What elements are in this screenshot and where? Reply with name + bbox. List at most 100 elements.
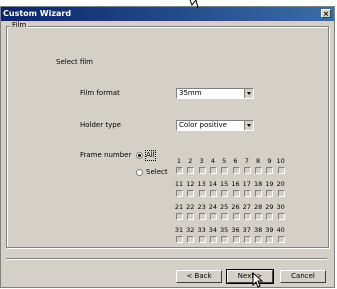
frame-checkbox[interactable] — [255, 213, 263, 220]
holder-type-label: Holder type — [80, 121, 121, 129]
frame-checkbox[interactable] — [232, 213, 240, 220]
frame-checkbox[interactable] — [277, 213, 285, 220]
frame-checkbox[interactable] — [277, 190, 285, 197]
chevron-down-icon[interactable] — [244, 121, 253, 130]
frame-checkbox[interactable] — [255, 190, 263, 197]
frame-number-label: 34 — [208, 226, 218, 234]
frame-number-label: 21 — [174, 203, 184, 211]
frame-checkbox[interactable] — [198, 236, 206, 243]
frame-checkbox[interactable] — [187, 213, 195, 220]
frame-checkbox[interactable] — [176, 190, 183, 197]
frame-checkbox[interactable] — [209, 190, 217, 197]
frame-number-label: 6 — [233, 157, 238, 165]
chevron-down-icon[interactable] — [244, 89, 253, 98]
frame-checkbox[interactable] — [176, 165, 183, 174]
frame-checkbox[interactable] — [266, 167, 274, 174]
frame-checkbox[interactable] — [221, 213, 229, 220]
frame-checkbox[interactable] — [255, 167, 263, 174]
frame-number-label: 10 — [276, 157, 285, 165]
frame-checkbox[interactable] — [187, 167, 195, 174]
frame-number-label: 27 — [242, 203, 251, 211]
frame-number-label: 26 — [231, 203, 240, 211]
frame-number-label: 8 — [256, 157, 261, 165]
frame-number-label: 9 — [267, 157, 272, 165]
frame-number-label: 19 — [265, 180, 274, 188]
frame-select-radio[interactable] — [136, 169, 143, 176]
frame-checkbox[interactable] — [243, 190, 251, 197]
film-format-select[interactable]: 35mm — [176, 88, 254, 99]
frame-checkbox[interactable] — [198, 190, 206, 197]
frame-checkbox[interactable] — [232, 167, 240, 174]
frame-checkbox[interactable] — [187, 190, 195, 197]
frame-checkbox[interactable] — [255, 236, 263, 243]
frame-number-label: 23 — [197, 203, 206, 211]
frame-checkbox[interactable] — [266, 190, 274, 197]
holder-type-value: Color positive — [179, 121, 227, 129]
frame-checkbox[interactable] — [176, 236, 183, 243]
frame-number-label: 29 — [265, 203, 274, 211]
cancel-button[interactable]: Cancel — [280, 270, 326, 283]
frame-number-label: 11 — [174, 180, 184, 188]
film-format-label: Film format — [80, 89, 120, 97]
frame-number-label: 36 — [231, 226, 240, 234]
film-group-label: Film — [10, 21, 29, 30]
frame-checkbox[interactable] — [221, 167, 229, 174]
frame-number-label: 14 — [208, 180, 218, 188]
frame-number-label: 39 — [265, 226, 274, 234]
frame-checkbox[interactable] — [243, 236, 251, 243]
mouse-cursor-icon — [189, 0, 199, 9]
frame-number-label: 17 — [242, 180, 251, 188]
back-button[interactable]: < Back — [176, 270, 222, 283]
select-film-heading: Select film — [56, 58, 93, 66]
frame-checkbox[interactable] — [209, 167, 217, 174]
frame-checkbox[interactable] — [176, 213, 183, 220]
frame-number-label: 24 — [208, 203, 218, 211]
frame-number-label: 1 — [176, 157, 182, 165]
window-title: Custom Wizard — [3, 9, 72, 18]
frame-number-label: 16 — [231, 180, 240, 188]
frame-all-radio[interactable] — [136, 152, 143, 159]
frame-checkbox[interactable] — [243, 167, 251, 174]
frame-checkbox[interactable] — [209, 213, 217, 220]
frame-number-label: 32 — [186, 226, 195, 234]
frame-number-label: 15 — [220, 180, 229, 188]
close-button[interactable]: × — [321, 9, 331, 18]
frame-number-label: 30 — [276, 203, 285, 211]
film-format-value: 35mm — [179, 89, 202, 97]
frame-number-label: 40 — [276, 226, 285, 234]
frame-checkbox[interactable] — [187, 236, 195, 243]
frame-checkbox[interactable] — [198, 213, 206, 220]
frame-checkbox[interactable] — [232, 190, 240, 197]
frame-checkbox[interactable] — [266, 213, 274, 220]
frame-number-label: 22 — [186, 203, 195, 211]
frame-checkbox[interactable] — [243, 213, 251, 220]
frame-number-label: 3 — [199, 157, 204, 165]
frame-checkbox[interactable] — [209, 236, 217, 243]
frame-checkbox[interactable] — [277, 236, 285, 243]
frame-number-label: 5 — [222, 157, 227, 165]
frame-number-label: 18 — [253, 180, 263, 188]
frame-number-label: 38 — [253, 226, 263, 234]
frame-checkbox[interactable] — [221, 190, 229, 197]
frame-number-label: 7 — [244, 157, 249, 165]
holder-type-select[interactable]: Color positive — [176, 120, 254, 131]
frame-checkbox[interactable] — [221, 236, 229, 243]
frame-number-label: 33 — [197, 226, 206, 234]
frame-number-label: 4 — [210, 157, 215, 165]
frame-checkbox[interactable] — [266, 236, 274, 243]
frame-number-label: 12 — [186, 180, 195, 188]
mouse-cursor-icon — [252, 272, 264, 288]
footer-separator — [6, 258, 327, 260]
frame-checkbox[interactable] — [277, 167, 285, 174]
next-button[interactable]: Next > — [226, 269, 274, 284]
frame-all-label[interactable]: All — [145, 150, 156, 161]
frame-checkbox[interactable] — [232, 236, 240, 243]
frame-checkbox[interactable] — [198, 167, 206, 174]
frame-select-label[interactable]: Select — [146, 168, 168, 177]
title-bar: Custom Wizard × — [1, 7, 334, 21]
frame-number-label: 35 — [220, 226, 229, 234]
frame-number-label: 28 — [253, 203, 263, 211]
frame-number-label: 31 — [174, 226, 184, 234]
frame-number-label: 20 — [276, 180, 285, 188]
frame-number-label: 2 — [188, 157, 193, 165]
